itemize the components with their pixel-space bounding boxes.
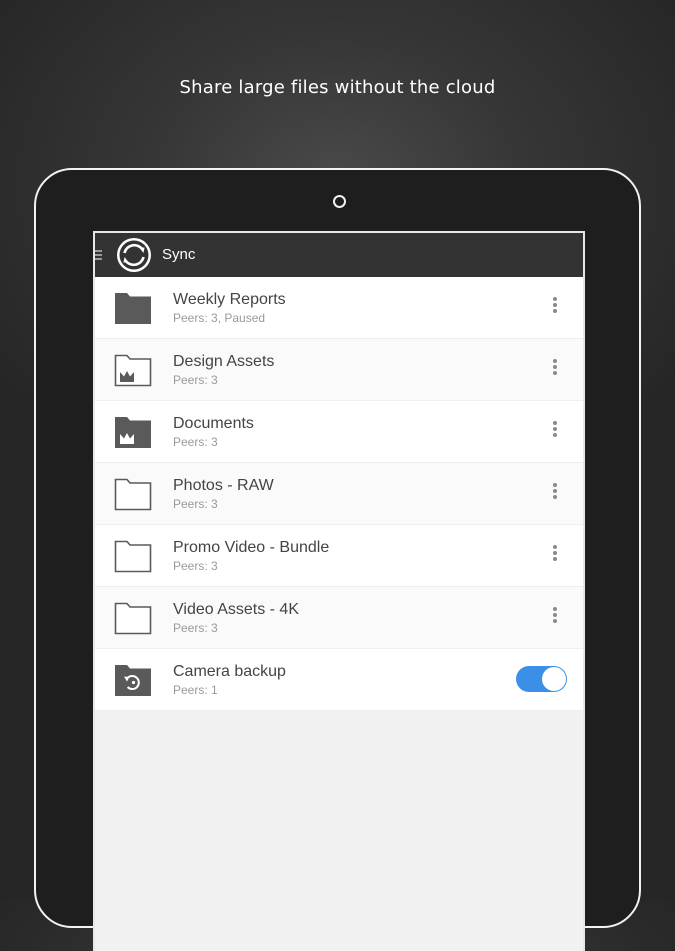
folder-status: Peers: 3 <box>173 559 218 573</box>
overflow-menu-icon[interactable] <box>545 606 565 628</box>
app-title: Sync <box>162 246 196 263</box>
folder-outline-crown-icon <box>114 354 152 387</box>
sync-logo-icon <box>117 238 151 272</box>
folder-outline-icon <box>114 602 152 635</box>
folder-status: Peers: 3 <box>173 373 218 387</box>
overflow-menu-icon[interactable] <box>545 544 565 566</box>
folder-row-weekly-reports[interactable]: Weekly Reports Peers: 3, Paused <box>95 277 583 339</box>
app-bar: Sync <box>95 233 583 277</box>
overflow-menu-icon[interactable] <box>545 420 565 442</box>
folder-row-video-assets[interactable]: Video Assets - 4K Peers: 3 <box>95 587 583 649</box>
folder-name: Design Assets <box>173 353 275 370</box>
tagline: Share large files without the cloud <box>179 77 496 98</box>
folder-name: Video Assets - 4K <box>173 601 299 618</box>
toggle-knob <box>542 667 566 691</box>
overflow-menu-icon[interactable] <box>545 482 565 504</box>
hamburger-menu-icon[interactable] <box>95 250 102 261</box>
folder-row-documents[interactable]: Documents Peers: 3 <box>95 401 583 463</box>
overflow-menu-icon[interactable] <box>545 296 565 318</box>
folder-status: Peers: 3 <box>173 621 218 635</box>
camera-backup-toggle[interactable] <box>516 666 567 692</box>
folder-name: Camera backup <box>173 663 286 680</box>
folder-camera-backup-icon <box>115 665 151 696</box>
folder-row-promo-video[interactable]: Promo Video - Bundle Peers: 3 <box>95 525 583 587</box>
app-screen: Sync Weekly Reports Peers: 3, Paused Des… <box>93 231 585 951</box>
folder-row-photos-raw[interactable]: Photos - RAW Peers: 3 <box>95 463 583 525</box>
folder-name: Promo Video - Bundle <box>173 539 330 556</box>
folder-filled-crown-icon <box>115 417 151 448</box>
folder-name: Weekly Reports <box>173 291 286 308</box>
folder-status: Peers: 3 <box>173 497 218 511</box>
folder-status: Peers: 3, Paused <box>173 311 266 325</box>
folder-name: Documents <box>173 415 254 432</box>
tablet-frame: Sync Weekly Reports Peers: 3, Paused Des… <box>34 168 641 951</box>
folder-name: Photos - RAW <box>173 477 274 494</box>
folder-row-camera-backup[interactable]: Camera backup Peers: 1 <box>95 649 583 711</box>
folder-status: Peers: 3 <box>173 435 218 449</box>
folder-status: Peers: 1 <box>173 683 218 697</box>
folder-outline-icon <box>114 478 152 511</box>
tablet-camera <box>333 195 346 208</box>
overflow-menu-icon[interactable] <box>545 358 565 380</box>
folder-list: Weekly Reports Peers: 3, Paused Design A… <box>95 277 583 711</box>
folder-filled-icon <box>115 293 151 324</box>
folder-row-design-assets[interactable]: Design Assets Peers: 3 <box>95 339 583 401</box>
folder-outline-icon <box>114 540 152 573</box>
